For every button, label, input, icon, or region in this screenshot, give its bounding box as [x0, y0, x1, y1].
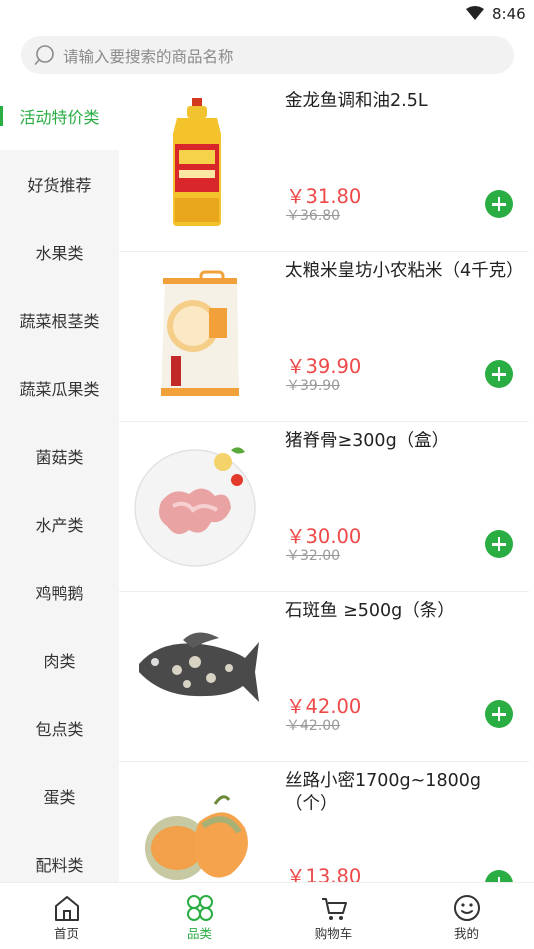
category-icon	[187, 895, 213, 921]
add-to-cart-button[interactable]	[485, 530, 513, 558]
product-original-price: ￥36.80	[286, 208, 341, 224]
tab-label: 首页	[53, 926, 79, 941]
cooking-oil-bottle-image	[173, 98, 221, 226]
cantaloupe-melon-image	[145, 795, 248, 880]
product-name: 金龙鱼调和油2.5L	[285, 91, 428, 111]
sidebar-item-label: 蔬菜根茎类	[19, 312, 100, 331]
tab-cart[interactable]: 购物车	[267, 883, 400, 949]
product-name: 丝路小密1700g~1800g（个）	[285, 771, 481, 814]
sidebar-item-label: 好货推荐	[27, 176, 92, 195]
sidebar-item-label: 配料类	[35, 856, 84, 875]
sidebar-item-fruits[interactable]: 水果类	[0, 218, 119, 286]
sidebar-item-label: 水产类	[35, 516, 84, 535]
search-bar[interactable]: 请输入要搜索的商品名称	[21, 36, 514, 74]
add-to-cart-button[interactable]	[485, 700, 513, 728]
product-original-price: ￥39.90	[286, 378, 341, 394]
sidebar-item-seafood[interactable]: 水产类	[0, 490, 119, 558]
sidebar-item-eggs[interactable]: 蛋类	[0, 762, 119, 830]
product-card[interactable]: 猪脊骨≥300g（盒） ￥30.00 ￥32.00	[119, 422, 529, 592]
product-card[interactable]: 丝路小密1700g~1800g（个） ￥13.80	[119, 762, 529, 882]
category-sidebar: 活动特价类 好货推荐 水果类 蔬菜根茎类 蔬菜瓜果类 菌菇类 水产类 鸡鸭鹅 肉…	[0, 82, 119, 882]
sidebar-item-label: 鸡鸭鹅	[35, 584, 84, 603]
profile-icon	[454, 895, 480, 921]
add-to-cart-button[interactable]	[485, 190, 513, 218]
sidebar-item-recommended[interactable]: 好货推荐	[0, 150, 119, 218]
sidebar-item-label: 肉类	[43, 652, 76, 671]
sidebar-item-melon-vegetables[interactable]: 蔬菜瓜果类	[0, 354, 119, 422]
sidebar-item-label: 水果类	[35, 244, 84, 263]
product-original-price: ￥42.00	[286, 718, 341, 734]
sidebar-item-root-vegetables[interactable]: 蔬菜根茎类	[0, 286, 119, 354]
sidebar-item-poultry[interactable]: 鸡鸭鹅	[0, 558, 119, 626]
product-name: 猪脊骨≥300g（盒）	[285, 431, 450, 451]
product-price: ￥13.80	[286, 865, 362, 882]
sidebar-item-label: 蛋类	[43, 788, 76, 807]
sidebar-item-mushrooms[interactable]: 菌菇类	[0, 422, 119, 490]
product-name: 石斑鱼 ≥500g（条）	[285, 601, 455, 621]
product-list: 金龙鱼调和油2.5L ￥31.80 ￥36.80 太粮米皇坊小农粘米（4千克） …	[119, 82, 529, 882]
product-card[interactable]: 金龙鱼调和油2.5L ￥31.80 ￥36.80	[119, 82, 529, 252]
product-card[interactable]: 太粮米皇坊小农粘米（4千克） ￥39.90 ￥39.90	[119, 252, 529, 422]
tab-label: 品类	[186, 926, 212, 941]
product-name: 太粮米皇坊小农粘米（4千克）	[285, 261, 524, 281]
product-card[interactable]: 石斑鱼 ≥500g（条） ￥42.00 ￥42.00	[119, 592, 529, 762]
sidebar-item-label: 蔬菜瓜果类	[19, 380, 100, 399]
tab-label: 我的	[453, 926, 479, 941]
tab-home[interactable]: 首页	[0, 883, 133, 949]
tab-label: 购物车	[314, 926, 353, 941]
product-original-price: ￥32.00	[286, 548, 341, 564]
search-icon	[34, 45, 54, 65]
status-time: 8:46	[492, 5, 526, 23]
sidebar-item-label: 包点类	[35, 720, 84, 739]
sidebar-item-buns[interactable]: 包点类	[0, 694, 119, 762]
pork-spine-plate-image	[134, 447, 256, 567]
tab-category[interactable]: 品类	[133, 883, 266, 949]
status-bar: 8:46	[0, 0, 534, 30]
grouper-fish-image	[139, 632, 259, 702]
add-to-cart-button[interactable]	[485, 360, 513, 388]
search-input[interactable]: 请输入要搜索的商品名称	[63, 45, 234, 67]
sidebar-item-meat[interactable]: 肉类	[0, 626, 119, 694]
rice-bag-image	[161, 270, 239, 396]
sidebar-item-seasonings[interactable]: 配料类	[0, 830, 119, 882]
cart-icon	[322, 898, 347, 920]
add-to-cart-button[interactable]	[485, 870, 513, 882]
home-icon	[55, 896, 79, 921]
bottom-tab-bar: 首页 品类 购物车 我的	[0, 882, 534, 949]
sidebar-item-label: 活动特价类	[19, 108, 100, 127]
wifi-icon	[466, 6, 484, 20]
tab-profile[interactable]: 我的	[400, 883, 533, 949]
sidebar-item-activity-deals[interactable]: 活动特价类	[0, 82, 119, 150]
sidebar-item-label: 菌菇类	[35, 448, 84, 467]
